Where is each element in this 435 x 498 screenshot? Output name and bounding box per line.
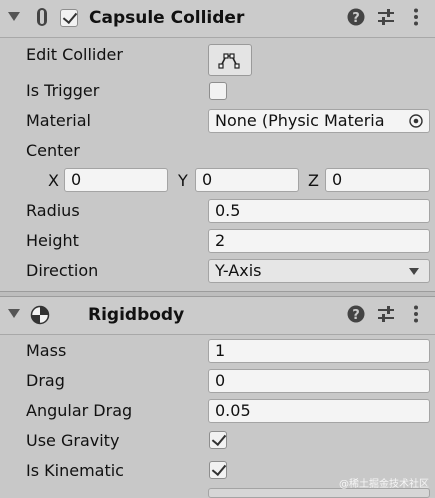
capsule-enabled-checkbox[interactable]	[60, 8, 78, 27]
drag-field[interactable]: 0	[208, 369, 430, 393]
object-picker-icon[interactable]	[408, 113, 424, 129]
use-gravity-label: Use Gravity	[26, 431, 120, 450]
svg-text:?: ?	[352, 11, 360, 26]
center-x-value: 0	[71, 170, 82, 189]
component-title: Capsule Collider	[89, 8, 245, 28]
mass-field[interactable]: 1	[208, 339, 430, 363]
center-label: Center	[26, 141, 80, 160]
center-z-value: 0	[332, 170, 343, 189]
center-y-value: 0	[202, 170, 213, 189]
center-z-label: Z	[308, 171, 319, 190]
angular-drag-label: Angular Drag	[26, 401, 133, 420]
radius-value: 0.5	[215, 201, 241, 220]
material-label: Material	[26, 111, 91, 130]
center-x-label: X	[48, 171, 59, 190]
center-y-field[interactable]: 0	[195, 168, 299, 192]
edit-collider-icon	[218, 53, 240, 69]
mass-label: Mass	[26, 341, 67, 360]
center-y-label: Y	[178, 171, 188, 190]
use-gravity-checkbox[interactable]	[209, 430, 227, 449]
more-icon[interactable]	[406, 7, 426, 27]
capsule-collider-header[interactable]: Capsule Collider ?	[0, 0, 435, 38]
is-kinematic-label: Is Kinematic	[26, 461, 124, 480]
height-value: 2	[215, 231, 226, 250]
help-icon[interactable]: ?	[346, 304, 366, 324]
edit-collider-label: Edit Collider	[26, 45, 123, 64]
fold-arrow-icon[interactable]	[8, 309, 20, 318]
angular-drag-value: 0.05	[215, 401, 251, 420]
center-x-field[interactable]: 0	[64, 168, 168, 192]
more-icon[interactable]	[406, 304, 426, 324]
watermark: @稀土掘金技术社区	[339, 479, 429, 490]
direction-value: Y-Axis	[215, 261, 262, 280]
drag-value: 0	[215, 371, 226, 390]
dropdown-arrow-icon	[409, 268, 419, 275]
edit-collider-button[interactable]	[208, 44, 252, 76]
center-z-field[interactable]: 0	[325, 168, 430, 192]
height-label: Height	[26, 231, 79, 250]
mass-value: 1	[215, 341, 226, 360]
material-object-field[interactable]: None (Physic Materia	[208, 109, 430, 133]
material-value: None (Physic Materia	[215, 111, 385, 130]
presets-icon[interactable]	[376, 304, 396, 324]
rigidbody-icon	[30, 305, 50, 325]
presets-icon[interactable]	[376, 7, 396, 27]
capsule-icon	[37, 8, 47, 26]
direction-dropdown[interactable]: Y-Axis	[208, 259, 430, 283]
fold-arrow-icon[interactable]	[8, 12, 20, 21]
rigidbody-header[interactable]: Rigidbody ?	[0, 297, 435, 335]
help-icon[interactable]: ?	[346, 7, 366, 27]
component-title: Rigidbody	[88, 305, 185, 325]
svg-text:?: ?	[352, 308, 360, 323]
drag-label: Drag	[26, 371, 65, 390]
is-trigger-checkbox[interactable]	[209, 82, 227, 100]
is-trigger-label: Is Trigger	[26, 81, 100, 100]
is-kinematic-checkbox[interactable]	[209, 460, 227, 479]
angular-drag-field[interactable]: 0.05	[208, 399, 430, 423]
direction-label: Direction	[26, 261, 99, 280]
height-field[interactable]: 2	[208, 229, 430, 253]
radius-label: Radius	[26, 201, 80, 220]
radius-field[interactable]: 0.5	[208, 199, 430, 223]
